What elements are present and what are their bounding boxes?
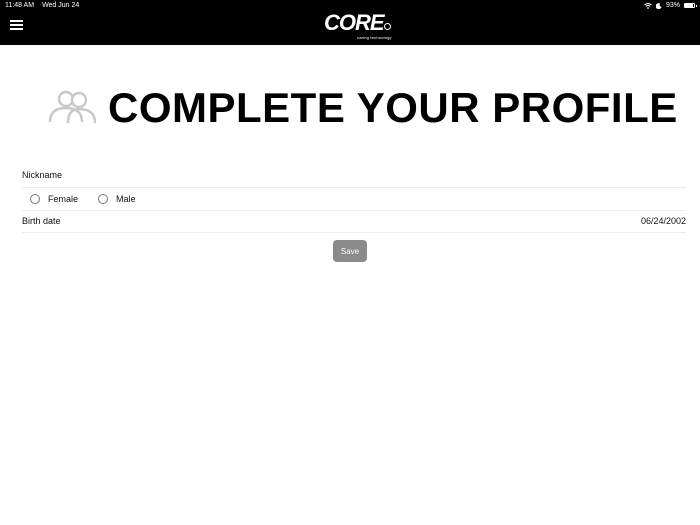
battery-icon: [684, 3, 697, 8]
app-header: 11:48 AM Wed Jun 24 93% CORE caring tech…: [0, 0, 700, 45]
gender-option-female[interactable]: Female: [30, 194, 78, 204]
page-title: COMPLETE YOUR PROFILE: [108, 84, 678, 131]
gender-label-female: Female: [48, 194, 79, 204]
save-button[interactable]: Save: [333, 240, 367, 262]
radio-male[interactable]: [98, 194, 109, 204]
moon-icon: [655, 2, 662, 9]
brand-logo: CORE caring technology: [324, 12, 394, 42]
nickname-field[interactable]: [22, 170, 686, 184]
divider: [22, 210, 686, 211]
battery-percent: 93%: [665, 2, 680, 9]
birth-date-field[interactable]: Birth date 06/24/2002: [22, 216, 686, 228]
hamburger-menu-icon[interactable]: [10, 20, 23, 32]
nickname-input[interactable]: [22, 170, 686, 180]
radio-female[interactable]: [30, 194, 40, 204]
gender-radio-group: Female Male: [22, 193, 686, 205]
gender-label-male: Male: [116, 194, 136, 204]
birth-date-value[interactable]: 06/24/2002: [641, 216, 686, 228]
birth-date-label: Birth date: [22, 216, 61, 226]
divider: [22, 187, 686, 188]
wifi-icon: [644, 2, 652, 9]
status-time: 11:48 AM: [5, 2, 35, 9]
brand-tagline: caring technology: [357, 35, 392, 40]
divider: [22, 232, 686, 233]
brand-mark-icon: [384, 23, 391, 30]
gender-option-male[interactable]: Male: [98, 194, 136, 204]
users-icon: [48, 90, 97, 124]
brand-name: CORE: [324, 10, 385, 35]
status-date: Wed Jun 24: [42, 2, 80, 9]
